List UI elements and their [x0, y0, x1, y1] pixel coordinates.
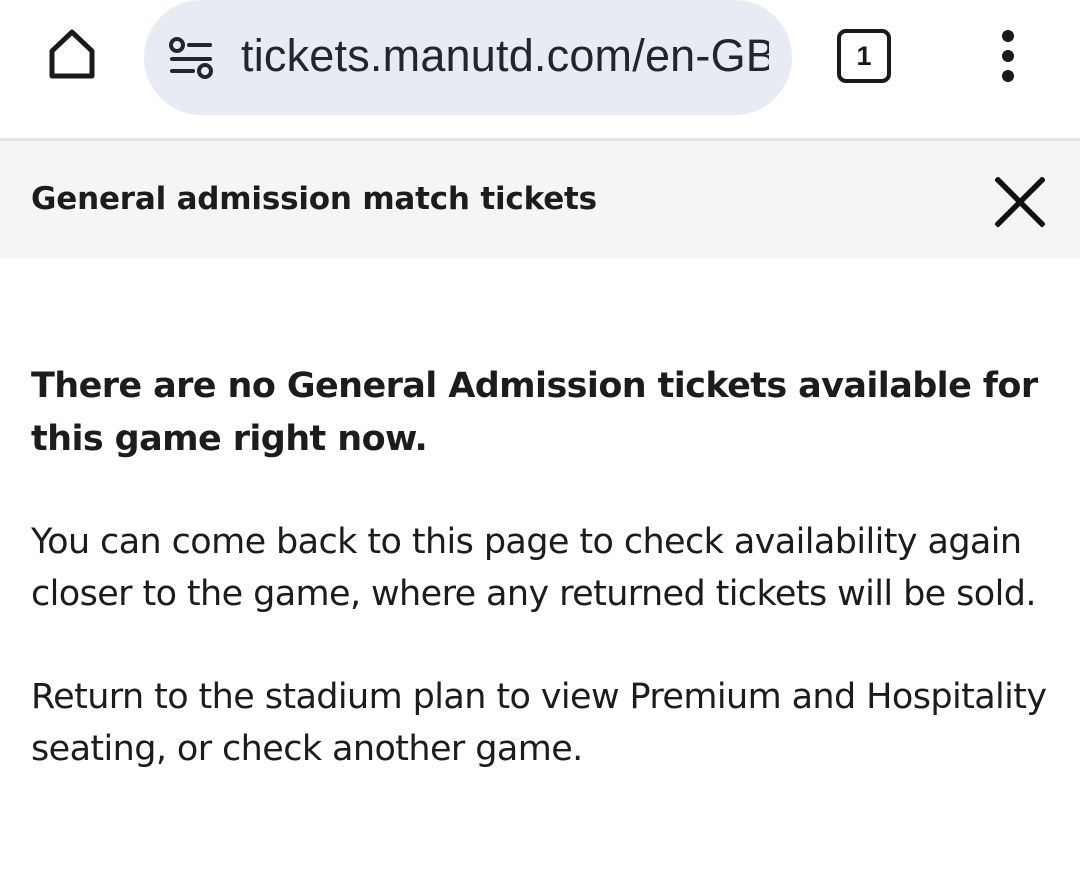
- availability-headline: There are no General Admission tickets a…: [31, 366, 1038, 459]
- address-bar[interactable]: tickets.manutd.com/en-GB: [144, 0, 792, 115]
- tab-switcher-button[interactable]: 1: [826, 18, 902, 94]
- page-title: General admission match tickets: [31, 181, 597, 217]
- main-content: There are no General Admission tickets a…: [31, 360, 1051, 775]
- close-button[interactable]: [984, 166, 1056, 238]
- more-menu-button[interactable]: [972, 18, 1044, 94]
- close-icon: [995, 177, 1045, 227]
- tab-switcher-icon: 1: [837, 29, 891, 83]
- url-text[interactable]: tickets.manutd.com/en-GB: [241, 26, 769, 86]
- page-header: General admission match tickets: [0, 141, 1080, 258]
- more-vert-icon: [1002, 30, 1014, 82]
- home-button[interactable]: [36, 18, 108, 90]
- stadium-plan-message: Return to the stadium plan to view Premi…: [31, 677, 1047, 769]
- tab-count: 1: [856, 40, 872, 71]
- home-icon: [49, 29, 95, 79]
- browser-toolbar: tickets.manutd.com/en-GB 1: [0, 0, 1080, 141]
- availability-message: You can come back to this page to check …: [31, 522, 1036, 614]
- tune-icon[interactable]: [166, 32, 216, 82]
